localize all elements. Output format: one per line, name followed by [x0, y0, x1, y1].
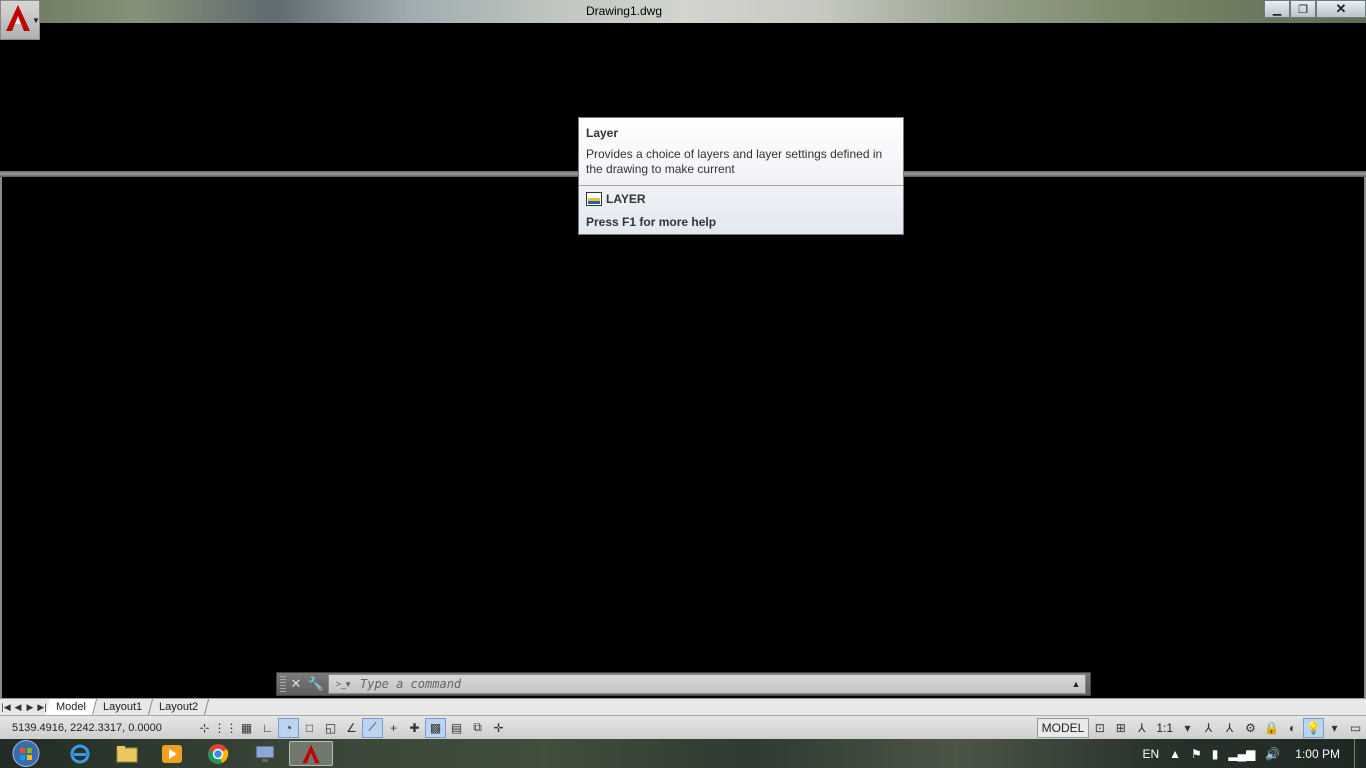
selection-cycling-icon[interactable]: ⧉: [467, 718, 488, 738]
drawing-canvas[interactable]: [0, 177, 1366, 698]
lock-icon[interactable]: 🔒: [1261, 718, 1282, 738]
file-explorer-icon[interactable]: [105, 741, 149, 766]
layer-command-icon: [586, 192, 602, 206]
chrome-icon[interactable]: [196, 741, 240, 766]
ortho-mode-icon[interactable]: ∟: [257, 718, 278, 738]
annotation-visibility-icon[interactable]: ⅄: [1198, 718, 1219, 738]
internet-explorer-icon[interactable]: [58, 741, 102, 766]
tab-layout1[interactable]: Layout1: [92, 699, 154, 715]
drafting-toggles: ⊹ ⋮⋮ ▦ ∟ ◔ □ ◱ ∠ ⟋ + ✚ ▩ ▤ ⧉ ✛: [194, 717, 509, 738]
close-icon: ✕: [290, 676, 302, 691]
prev-tab-icon[interactable]: ◀: [12, 700, 24, 715]
polar-tracking-icon[interactable]: ◔: [278, 717, 299, 738]
status-bar: 5139.4916, 2242.3317, 0.0000 ⊹ ⋮⋮ ▦ ∟ ◔ …: [0, 715, 1366, 739]
object-snap-icon[interactable]: □: [299, 718, 320, 738]
model-space-button[interactable]: MODEL: [1036, 717, 1090, 738]
system-tray: EN ▲ ⚑ ▮ ▂▄▆ 🔊 1:00 PM: [1137, 739, 1366, 768]
tab-model[interactable]: Model: [45, 699, 98, 715]
coordinate-display[interactable]: 5139.4916, 2242.3317, 0.0000: [0, 722, 194, 734]
dynamic-ucs-icon[interactable]: ⟋: [362, 717, 383, 738]
command-input[interactable]: [354, 675, 1067, 693]
remote-desktop-icon[interactable]: [243, 741, 287, 766]
title-bar: ▼ Drawing1.dwg ▁ ❐ ✕: [0, 0, 1366, 40]
network-signal-icon[interactable]: ▂▄▆: [1223, 747, 1260, 761]
command-prompt-icon[interactable]: >_▾: [332, 676, 354, 692]
autocad-taskbar-button[interactable]: [289, 741, 333, 766]
window-title: Drawing1.dwg: [585, 4, 663, 18]
caret-up-icon[interactable]: ▲: [1067, 679, 1085, 689]
restore-icon: ❐: [1298, 3, 1308, 16]
close-button[interactable]: ✕: [1316, 0, 1366, 18]
windows-taskbar: EN ▲ ⚑ ▮ ▂▄▆ 🔊 1:00 PM: [0, 739, 1366, 768]
annotation-scale-icon[interactable]: ⅄: [1131, 718, 1152, 738]
tooltip-description: Provides a choice of layers and layer se…: [586, 147, 883, 176]
quick-view-drawings-icon[interactable]: ⊞: [1110, 718, 1131, 738]
application-menu-button[interactable]: ▼: [0, 0, 40, 40]
tooltip-title: Layer: [586, 126, 619, 140]
window-controls: ▁ ❐ ✕: [1264, 0, 1366, 18]
workspace-switching-icon[interactable]: ⚙: [1240, 718, 1261, 738]
layer-tooltip: Layer Provides a choice of layers and la…: [578, 117, 904, 235]
power-icon[interactable]: ▮: [1207, 747, 1224, 761]
auto-scale-icon[interactable]: ⅄: [1219, 718, 1240, 738]
clock[interactable]: 1:00 PM: [1285, 747, 1354, 761]
tab-layout2[interactable]: Layout2: [148, 699, 210, 715]
tab-label: Layout2: [159, 701, 199, 713]
tooltip-help-text: Press F1 for more help: [586, 215, 717, 229]
command-input-wrapper: >_▾ ▲: [328, 674, 1086, 694]
clean-screen-icon[interactable]: ▭: [1345, 718, 1366, 738]
show-desktop-button[interactable]: [1354, 739, 1366, 768]
hardware-acceleration-icon[interactable]: ◐: [1282, 718, 1303, 738]
first-tab-icon[interactable]: |◀: [0, 700, 12, 715]
restore-button[interactable]: ❐: [1290, 0, 1316, 18]
command-line-close-button[interactable]: ✕: [286, 674, 306, 694]
transparency-icon[interactable]: ▩: [425, 717, 446, 738]
command-line-customize-button[interactable]: 🔧: [306, 674, 326, 694]
tooltip-command-name: LAYER: [606, 192, 646, 206]
annotation-scale-value[interactable]: 1:1: [1152, 721, 1177, 735]
layout-tabs-bar: |◀ ◀ ▶ ▶| Model Layout1 Layout2: [0, 698, 1366, 715]
close-icon: ✕: [1335, 1, 1347, 16]
language-indicator[interactable]: EN: [1137, 747, 1164, 761]
quick-view-layouts-icon[interactable]: ⊡: [1089, 718, 1110, 738]
media-player-icon[interactable]: [150, 741, 194, 766]
chevron-down-icon[interactable]: ▾: [1324, 718, 1345, 738]
tooltip-command: LAYER: [586, 192, 896, 206]
chevron-down-icon[interactable]: ▾: [1177, 718, 1198, 738]
minimize-icon: ▁: [1272, 3, 1282, 16]
tab-label: Layout1: [102, 701, 143, 713]
lineweight-icon[interactable]: ✚: [404, 718, 425, 738]
snap-mode-icon[interactable]: ⋮⋮: [214, 718, 238, 738]
tab-label: Model: [56, 701, 86, 713]
isolate-objects-icon[interactable]: 💡: [1303, 717, 1324, 738]
volume-icon[interactable]: 🔊: [1260, 747, 1285, 761]
quick-properties-icon[interactable]: ▤: [446, 718, 467, 738]
command-line: ✕ 🔧 >_▾ ▲: [276, 672, 1091, 696]
action-center-flag-icon[interactable]: ⚑: [1186, 747, 1207, 761]
dynamic-input-icon[interactable]: +: [383, 718, 404, 738]
tooltip-separator: [579, 185, 903, 186]
windows-start-icon[interactable]: [8, 739, 44, 768]
status-bar-right: MODEL ⊡ ⊞ ⅄ 1:1 ▾ ⅄ ⅄ ⚙ 🔒 ◐ 💡 ▾ ▭: [1036, 716, 1366, 739]
infer-constraints-icon[interactable]: ⊹: [194, 718, 215, 738]
3d-object-snap-icon[interactable]: ◱: [320, 718, 341, 738]
show-hidden-icons-icon[interactable]: ▲: [1164, 747, 1186, 761]
grid-display-icon[interactable]: ▦: [236, 718, 257, 738]
next-tab-icon[interactable]: ▶: [24, 700, 36, 715]
minimize-button[interactable]: ▁: [1264, 0, 1290, 18]
annotation-monitor-icon[interactable]: ✛: [488, 718, 509, 738]
chevron-down-icon: ▼: [32, 16, 40, 25]
autocad-window: ▼ Drawing1.dwg ▁ ❐ ✕ Layer Provides a ch…: [0, 0, 1366, 768]
wrench-icon: 🔧: [307, 676, 325, 691]
object-snap-tracking-icon[interactable]: ∠: [341, 718, 362, 738]
autocad-logo-icon: [6, 5, 30, 31]
